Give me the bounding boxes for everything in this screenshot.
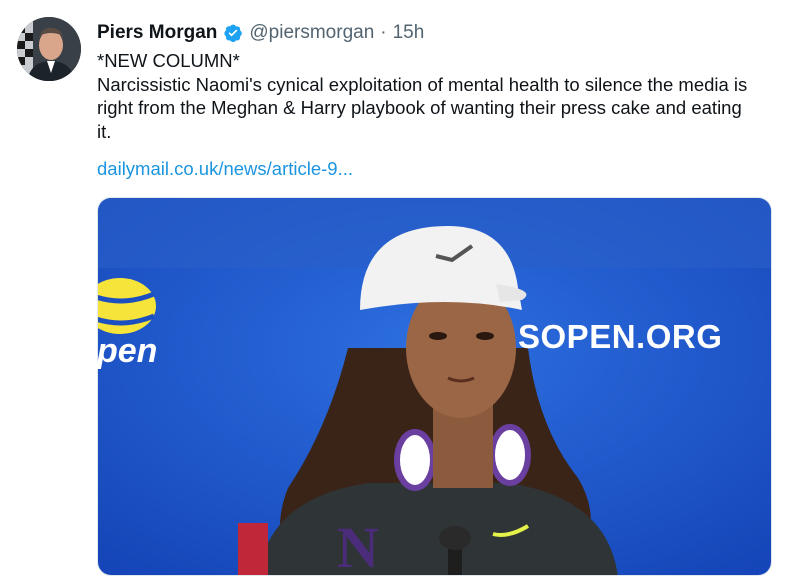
- tweet-text-line: Narcissistic Naomi's cynical exploitatio…: [97, 73, 748, 142]
- tweet[interactable]: Piers Morgan @piersmorgan · 15h *NEW COL…: [0, 0, 793, 581]
- tweet-media-image[interactable]: [97, 197, 772, 576]
- author-handle[interactable]: @piersmorgan: [249, 22, 374, 44]
- usopen-logo-text: pen: [97, 332, 158, 370]
- tweet-text: *NEW COLUMN* Narcissistic Naomi's cynica…: [97, 49, 757, 143]
- verified-badge-icon: [223, 23, 243, 43]
- usopen-wordmark: SOPEN.ORG: [518, 318, 723, 355]
- separator-dot: ·: [380, 22, 387, 43]
- jersey-letter: N: [337, 515, 379, 580]
- tweet-text-line: *NEW COLUMN*: [97, 50, 240, 71]
- tweet-header: Piers Morgan @piersmorgan · 15h: [97, 20, 424, 46]
- press-conference-photo: [98, 198, 771, 575]
- timestamp[interactable]: 15h: [393, 22, 425, 44]
- article-link[interactable]: dailymail.co.uk/news/article-9...: [97, 158, 353, 180]
- avatar[interactable]: [17, 17, 81, 81]
- author-name[interactable]: Piers Morgan: [97, 22, 217, 44]
- avatar-photo: [17, 17, 81, 81]
